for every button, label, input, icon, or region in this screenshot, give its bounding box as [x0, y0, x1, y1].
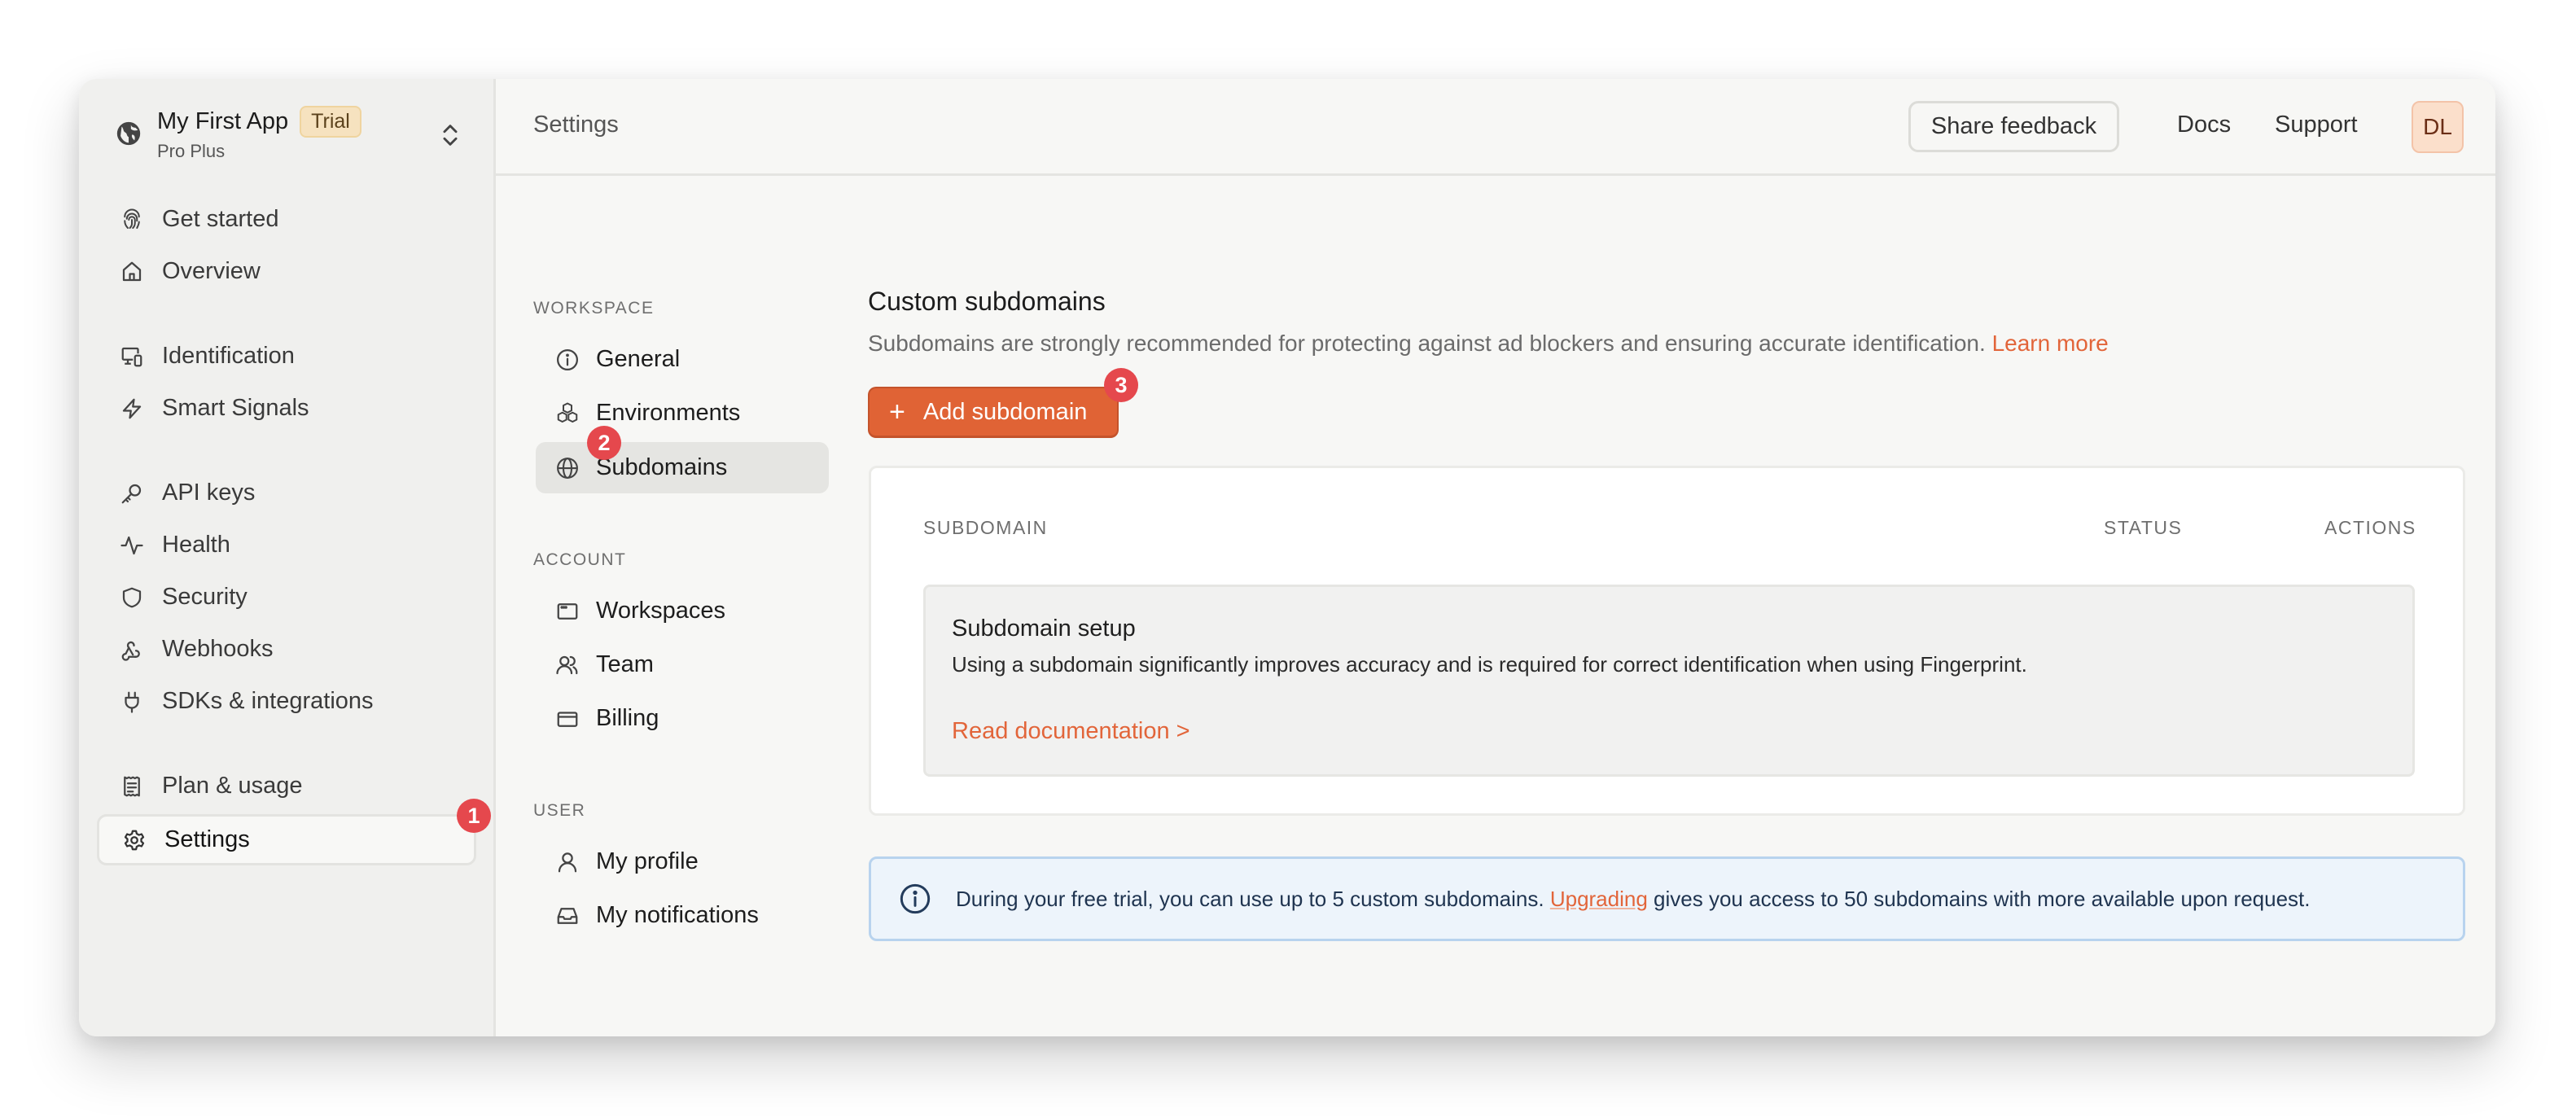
cubes-icon [557, 402, 578, 423]
settings-nav-workspaces[interactable]: Workspaces [536, 585, 829, 637]
sidebar-item-security[interactable]: Security [97, 572, 476, 623]
users-icon [556, 655, 578, 674]
add-subdomain-button[interactable]: + Add subdomain [868, 387, 1119, 438]
step-badge-2: 2 [587, 426, 621, 460]
credit-card-icon [557, 711, 578, 727]
app-name: My First App [157, 107, 289, 134]
empty-state-description: Using a subdomain significantly improves… [952, 652, 2027, 677]
settings-nav-label: Billing [596, 705, 659, 731]
info-text-after: gives you access to 50 subdomains with m… [1654, 886, 2311, 911]
sidebar-item-label: Security [162, 584, 248, 610]
settings-nav-my-notifications[interactable]: My notifications [536, 890, 829, 941]
sidebar-item-label: Health [162, 532, 230, 558]
empty-state-box: Subdomain setup Using a subdomain signif… [923, 585, 2415, 777]
column-header-actions: ACTIONS [2324, 517, 2416, 538]
fingerprint-icon [124, 208, 140, 229]
sidebar-item-label: Overview [162, 258, 261, 284]
step-badge-3: 3 [1104, 368, 1138, 402]
settings-nav-general[interactable]: General [536, 334, 829, 385]
settings-nav-environments[interactable]: Environments [536, 388, 829, 439]
sidebar-item-label: Identification [162, 343, 295, 369]
upgrading-link[interactable]: Upgrading [1550, 887, 1648, 911]
settings-nav-label: Workspaces [596, 598, 726, 624]
info-text-before: During your free trial, you can use up t… [956, 886, 1544, 911]
settings-nav-label: Team [596, 651, 654, 677]
main-content: Custom subdomains Subdomains are strongl… [868, 176, 2495, 1036]
settings-nav-billing[interactable]: Billing [536, 693, 829, 744]
receipt-icon [124, 776, 140, 796]
app-window: My First App Trial Pro Plus Get started … [79, 79, 2495, 1036]
gear-icon [124, 830, 145, 850]
trial-info-banner: During your free trial, you can use up t… [869, 856, 2465, 941]
sidebar-item-sdks[interactable]: SDKs & integrations [97, 676, 476, 727]
sidebar-item-label: SDKs & integrations [162, 688, 374, 714]
sidebar-item-label: Get started [162, 206, 279, 232]
subdomains-table: SUBDOMAIN STATUS ACTIONS Subdomain setup… [869, 466, 2465, 816]
webhook-icon [121, 641, 140, 661]
sidebar-item-label: Webhooks [162, 636, 274, 662]
sidebar-item-plan-usage[interactable]: Plan & usage [97, 760, 476, 812]
plus-icon: + [889, 396, 905, 427]
read-documentation-link[interactable]: Read documentation > [952, 718, 1190, 745]
sidebar-item-label: API keys [162, 480, 256, 506]
user-icon [558, 852, 577, 872]
section-title-workspace: WORKSPACE [533, 299, 655, 318]
settings-nav-label: Subdomains [596, 454, 728, 480]
app-switcher[interactable]: My First App Trial Pro Plus [115, 97, 473, 170]
info-circle-icon [900, 883, 931, 914]
key-icon [121, 484, 142, 503]
app-plan: Pro Plus [157, 140, 226, 161]
info-banner-text: During your free trial, you can use up t… [956, 887, 2311, 912]
support-link[interactable]: Support [2275, 112, 2358, 138]
sidebar-item-label: Plan & usage [162, 773, 303, 799]
section-title: Custom subdomains [868, 287, 1106, 316]
home-icon [122, 261, 142, 281]
empty-state-title: Subdomain setup [952, 615, 1136, 642]
sidebar-item-overview[interactable]: Overview [97, 246, 476, 297]
settings-nav-label: My notifications [596, 902, 759, 928]
section-title-user: USER [533, 801, 586, 820]
sidebar-item-api-keys[interactable]: API keys [97, 467, 476, 519]
learn-more-link[interactable]: Learn more [1992, 331, 2109, 356]
plug-icon [125, 691, 139, 713]
sidebar-item-identification[interactable]: Identification [97, 331, 476, 382]
globe-filled-icon [116, 121, 141, 146]
settings-nav-label: Environments [596, 400, 741, 426]
description-text: Subdomains are strongly recommended for … [868, 331, 1986, 356]
user-avatar[interactable]: DL [2412, 101, 2464, 153]
docs-link[interactable]: Docs [2177, 112, 2231, 138]
globe-icon [557, 457, 578, 479]
chevron-up-down-icon [443, 125, 458, 146]
trial-badge: Trial [300, 105, 361, 138]
settings-nav-team[interactable]: Team [536, 639, 829, 690]
activity-icon [120, 536, 143, 554]
browser-window-icon [557, 602, 578, 620]
lightning-icon [122, 398, 142, 418]
section-description: Subdomains are strongly recommended for … [868, 331, 2109, 357]
settings-nav-label: General [596, 346, 681, 372]
settings-nav-label: My profile [596, 848, 699, 874]
sidebar-item-smart-signals[interactable]: Smart Signals [97, 383, 476, 434]
section-title-account: ACCOUNT [533, 550, 627, 569]
step-badge-1: 1 [457, 799, 491, 833]
settings-nav-my-profile[interactable]: My profile [536, 836, 829, 887]
column-header-status: STATUS [2104, 517, 2183, 538]
sidebar-item-health[interactable]: Health [97, 519, 476, 571]
add-subdomain-label: Add subdomain [922, 398, 1088, 425]
top-header: Settings Share feedback Docs Support DL [496, 79, 2495, 176]
sidebar-item-label: Smart Signals [162, 395, 309, 421]
settings-nav-subdomains[interactable]: Subdomains [536, 442, 829, 493]
sidebar-item-settings[interactable]: Settings [97, 814, 476, 865]
page-title: Settings [533, 112, 619, 138]
info-icon [557, 348, 578, 370]
devices-icon [121, 347, 142, 366]
column-header-subdomain: SUBDOMAIN [923, 517, 1048, 538]
sidebar-item-label: Settings [164, 826, 250, 852]
shield-icon [122, 587, 142, 607]
sidebar-item-get-started[interactable]: Get started [97, 194, 476, 245]
inbox-icon [557, 907, 578, 924]
sidebar: My First App Trial Pro Plus Get started … [79, 79, 496, 1036]
sidebar-item-webhooks[interactable]: Webhooks [97, 624, 476, 675]
share-feedback-button[interactable]: Share feedback [1908, 101, 2119, 152]
